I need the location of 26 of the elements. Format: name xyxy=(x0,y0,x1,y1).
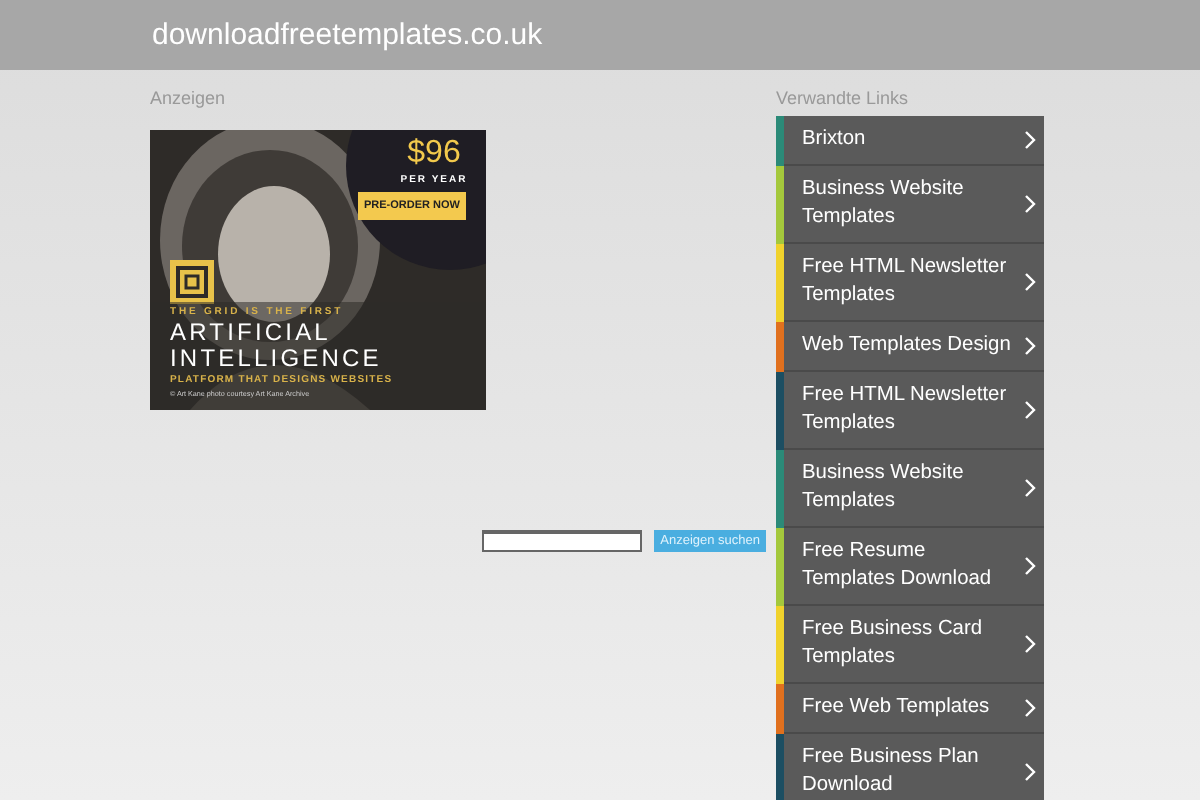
related-link[interactable]: Free Resume Templates Download xyxy=(784,528,1044,606)
chevron-icon xyxy=(1024,698,1036,718)
related-link[interactable]: Web Templates Design xyxy=(784,322,1044,372)
chevron-icon xyxy=(1024,336,1036,356)
related-link[interactable]: Free Business Plan Download xyxy=(784,734,1044,800)
chevron-icon xyxy=(1024,556,1036,576)
ad-headline: ARTIFICIAL xyxy=(170,320,331,346)
related-link[interactable]: Free Business Card Templates xyxy=(784,606,1044,684)
search-field[interactable] xyxy=(482,530,643,552)
related-link[interactable]: Business Website Templates xyxy=(784,166,1044,244)
related-link[interactable]: Free HTML Newsletter Templates xyxy=(784,372,1044,450)
chevron-icon xyxy=(1024,130,1036,150)
chevron-icon xyxy=(1024,272,1036,292)
chevron-icon xyxy=(1024,634,1036,654)
chevron-icon xyxy=(1024,194,1036,214)
related-heading: Verwandte Links xyxy=(776,88,911,108)
chevron-icon xyxy=(1024,400,1036,420)
chevron-icon xyxy=(1024,478,1036,498)
related-link[interactable]: Brixton xyxy=(784,116,1044,166)
related-link[interactable]: Free HTML Newsletter Templates xyxy=(784,244,1044,322)
ads-heading: Anzeigen xyxy=(150,88,228,108)
ad-price: $96 xyxy=(405,136,463,172)
related-link[interactable]: Business Website Templates xyxy=(784,450,1044,528)
chevron-icon xyxy=(1024,762,1036,782)
ad-headline: INTELLIGENCE xyxy=(170,346,382,372)
related-link[interactable]: Free Web Templates xyxy=(784,684,1044,734)
